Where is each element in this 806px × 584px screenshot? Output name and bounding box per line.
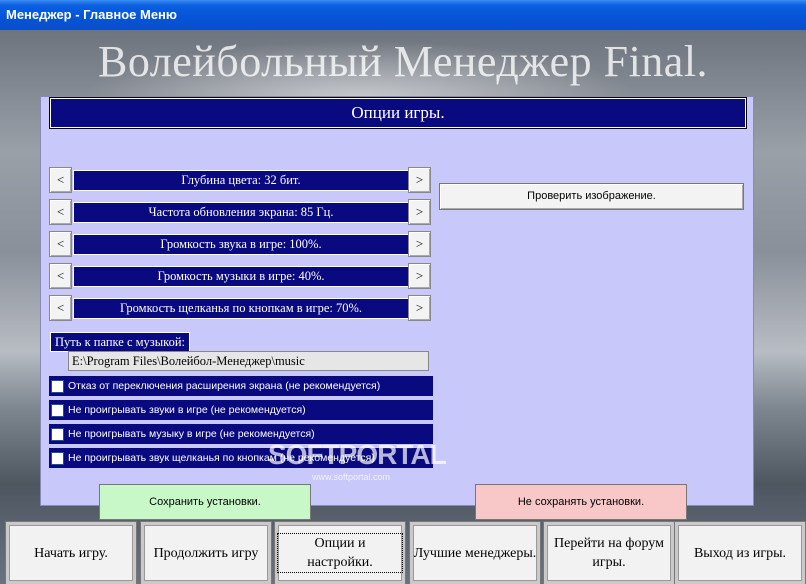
option-label: Глубина цвета: 32 бит. — [73, 170, 409, 191]
checkbox-row-no-sounds: Не проигрывать звуки в игре (не рекоменд… — [49, 400, 433, 420]
checkbox-label: Отказ от переключения расширения экрана … — [68, 380, 381, 392]
exit-game-button[interactable]: Выход из игры. — [675, 522, 805, 584]
save-settings-button[interactable]: Сохранить установки. — [99, 484, 311, 520]
increase-button[interactable]: > — [408, 167, 431, 193]
checkbox[interactable] — [51, 452, 64, 465]
main-window-client: Волейбольный Менеджер Final. Опции игры.… — [0, 30, 806, 584]
checkbox-row-no-resolution-switch: Отказ от переключения расширения экрана … — [49, 376, 433, 396]
nav-label: Выход из игры. — [693, 545, 787, 561]
increase-button[interactable]: > — [408, 231, 431, 257]
option-label: Частота обновления экрана: 85 Гц. — [73, 202, 409, 223]
increase-button[interactable]: > — [408, 263, 431, 289]
option-refresh-rate: < Частота обновления экрана: 85 Гц. > — [49, 199, 431, 225]
options-panel-header: Опции игры. — [49, 97, 747, 129]
increase-button[interactable]: > — [408, 295, 431, 321]
decrease-button[interactable]: < — [49, 295, 72, 321]
option-label: Громкость звука в игре: 100%. — [73, 234, 409, 255]
nav-label: Перейти на форум игры. — [554, 536, 664, 570]
music-path-label: Путь к папке с музыкой: — [50, 332, 190, 352]
option-click-volume: < Громкость щелканья по кнопкам в игре: … — [49, 295, 431, 321]
option-label: Громкость музыки в игре: 40%. — [73, 266, 409, 287]
increase-button[interactable]: > — [408, 199, 431, 225]
checkbox[interactable] — [51, 404, 64, 417]
nav-label: Лучшие менеджеры. — [413, 545, 537, 561]
decrease-button[interactable]: < — [49, 199, 72, 225]
check-image-button[interactable]: Проверить изображение. — [439, 183, 744, 210]
app-title: Волейбольный Менеджер Final. — [98, 37, 709, 86]
window-title: Менеджер - Главное Меню — [6, 7, 178, 22]
window-titlebar[interactable]: Менеджер - Главное Меню — [0, 0, 806, 30]
nav-label: Опции и настройки. — [277, 533, 403, 573]
music-path-field[interactable]: E:\Program Files\Волейбол-Менеджер\music — [68, 351, 429, 371]
nav-label: Продолжить игру — [153, 545, 259, 561]
decrease-button[interactable]: < — [49, 231, 72, 257]
bottom-nav-bar: Начать игру. Продолжить игру Опции и нас… — [0, 520, 806, 584]
watermark-logo: SOFTPORTAL — [268, 439, 447, 470]
nav-label: Начать игру. — [34, 545, 108, 561]
checkbox-label: Не проигрывать звуки в игре (не рекоменд… — [68, 404, 306, 416]
option-music-volume: < Громкость музыки в игре: 40%. > — [49, 263, 431, 289]
discard-settings-button[interactable]: Не сохранять установки. — [475, 484, 687, 520]
best-managers-button[interactable]: Лучшие менеджеры. — [410, 522, 540, 584]
game-forum-button[interactable]: Перейти на форум игры. — [544, 522, 674, 584]
watermark-url: www.softportal.com — [312, 472, 391, 482]
option-sound-volume: < Громкость звука в игре: 100%. > — [49, 231, 431, 257]
checkbox[interactable] — [51, 428, 64, 441]
checkbox[interactable] — [51, 380, 64, 393]
decrease-button[interactable]: < — [49, 263, 72, 289]
continue-game-button[interactable]: Продолжить игру — [141, 522, 271, 584]
options-settings-button[interactable]: Опции и настройки. — [275, 522, 405, 584]
start-game-button[interactable]: Начать игру. — [6, 522, 136, 584]
decrease-button[interactable]: < — [49, 167, 72, 193]
option-color-depth: < Глубина цвета: 32 бит. > — [49, 167, 431, 193]
option-label: Громкость щелканья по кнопкам в игре: 70… — [73, 298, 409, 319]
